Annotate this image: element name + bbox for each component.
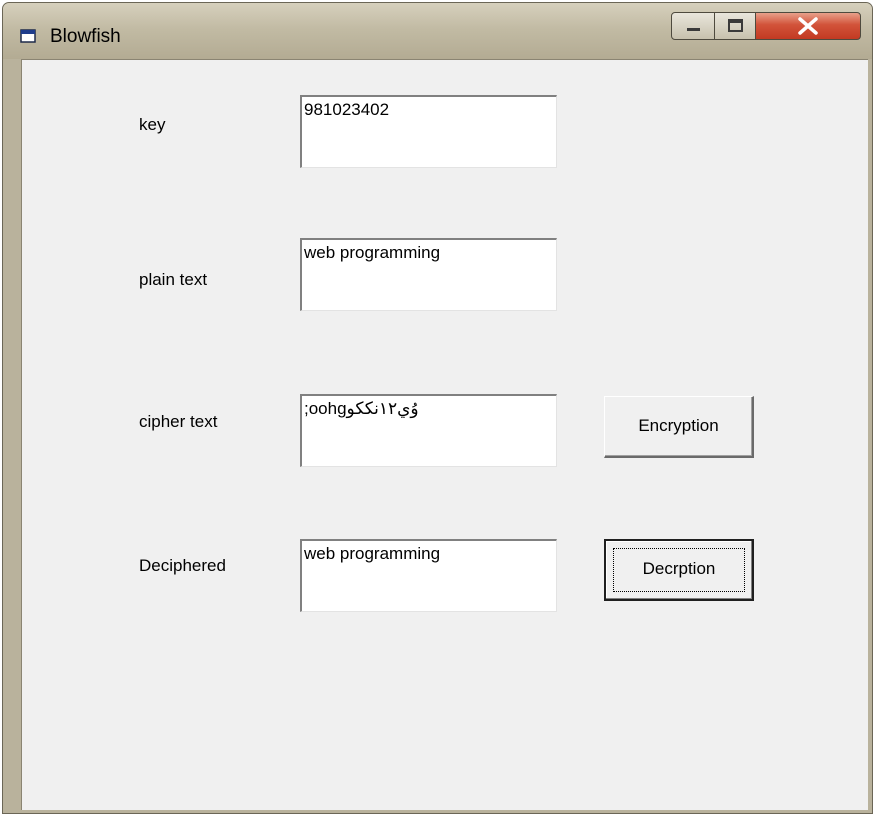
plain-text-label: plain text: [139, 270, 208, 289]
form-client-area: key 981023402 plain text web programming…: [21, 59, 868, 810]
decryption-button-label: Decrption: [642, 559, 716, 578]
decryption-button[interactable]: Decrption: [604, 539, 754, 601]
deciphered-label: Deciphered: [139, 556, 226, 575]
app-window-icon: [20, 29, 36, 43]
title-bar[interactable]: Blowfish: [3, 3, 872, 59]
key-field[interactable]: 981023402: [300, 95, 557, 168]
maximize-icon: [728, 19, 743, 32]
plain-text-field[interactable]: web programming: [300, 238, 557, 311]
close-button[interactable]: [755, 12, 861, 40]
encryption-button-label: Encryption: [638, 416, 719, 435]
minimize-icon: [687, 28, 700, 31]
key-label: key: [139, 115, 166, 134]
window-title: Blowfish: [50, 26, 121, 47]
encryption-button[interactable]: Encryption: [604, 396, 754, 458]
cipher-text-field[interactable]: ;oohgوُي١٢نككو: [300, 394, 557, 467]
cipher-text-label: cipher text: [139, 412, 218, 431]
app-window: Blowfish key 981023402 plain text web pr…: [2, 2, 873, 814]
deciphered-field[interactable]: web programming: [300, 539, 557, 612]
maximize-button[interactable]: [714, 12, 756, 40]
close-icon: [798, 17, 818, 35]
minimize-button[interactable]: [671, 12, 715, 40]
